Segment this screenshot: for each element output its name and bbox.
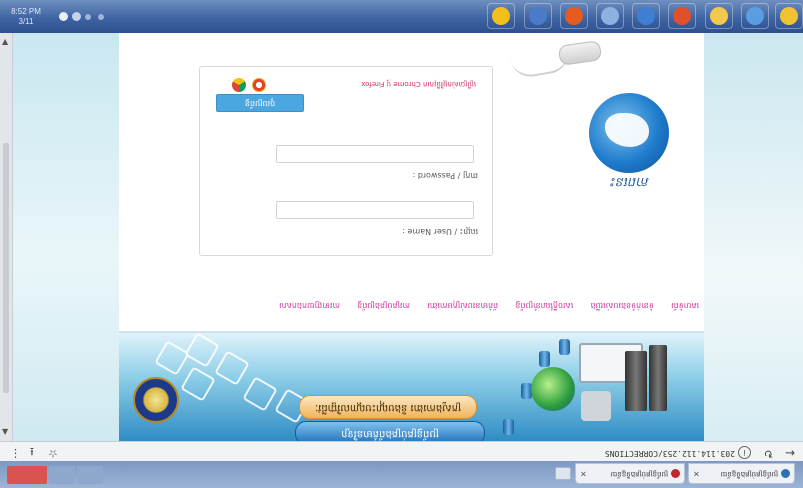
photos-icon <box>529 7 547 25</box>
page-background-left <box>13 33 119 441</box>
password-label: ពាក្យ / Password : <box>412 171 478 180</box>
close-tab-icon[interactable]: ✕ <box>580 464 587 483</box>
url-field[interactable]: 203.114.112.253/CORRECTIONS <box>435 449 735 458</box>
hex-decoration <box>242 376 278 412</box>
login-button[interactable]: ចូលប្រព័ន្ធ <box>216 94 304 112</box>
nav-link-3[interactable]: សេចក្ដីណែនាំប្រព័ន្ធ <box>515 299 573 311</box>
explorer-icon <box>601 7 619 25</box>
firefox-icon <box>565 7 583 25</box>
network-icon[interactable] <box>59 12 68 21</box>
username-input[interactable] <box>276 201 474 219</box>
reload-icon[interactable]: ↻ <box>764 447 773 460</box>
scroll-up-icon[interactable]: ▲ <box>2 37 8 46</box>
info-icon[interactable]: i <box>738 446 751 459</box>
taskbar-pin-firefox-icon[interactable] <box>560 3 588 29</box>
volume-icon[interactable] <box>72 12 81 21</box>
tab-title: ប្រព័ន្ធគ្រប់គ្រងទិន្នន័យ <box>720 470 778 478</box>
server-tower-art <box>649 345 667 411</box>
hex-decoration <box>184 333 220 368</box>
login-form: ឈ្មោះ / User Name : ពាក្យ / Password : ច… <box>199 66 493 256</box>
maximize-button[interactable] <box>49 466 75 484</box>
nav-link-1[interactable]: គេហទំព័រ <box>671 299 699 311</box>
close-tab-icon[interactable]: ✕ <box>693 464 700 483</box>
ministry-seal <box>133 377 179 423</box>
scroll-down-icon[interactable]: ▼ <box>2 427 8 436</box>
window-close-button[interactable] <box>7 466 47 484</box>
scrollbar[interactable]: ▲ ▼ <box>0 33 13 441</box>
browser-tab-strip: ប្រព័ន្ធគ្រប់គ្រងទិន្នន័យ ✕ ប្រព័ន្ធគ្រប… <box>0 461 803 488</box>
nav-link-5[interactable]: ការគ្រប់គ្រងប្រព័ន្ធ <box>357 299 410 311</box>
browser-tab-2[interactable]: ប្រព័ន្ធគ្រប់គ្រងទិន្នន័យ ✕ <box>575 463 685 484</box>
minimize-button[interactable] <box>77 466 103 484</box>
clock-date: 3/11 <box>18 17 34 26</box>
new-tab-button[interactable] <box>555 467 571 480</box>
download-icon[interactable]: ⭳ <box>30 441 34 460</box>
banner-title-2: ក្រសួងការងារ និងបណ្តុះបណ្តាលវិជ្ជាជីវៈ <box>299 395 477 419</box>
server-tower-art <box>625 351 647 411</box>
footer-banner: ប្រព័ន្ធគ្រប់គ្រងព័ត៌មានវិទ្យា ក្រសួងការ… <box>119 333 704 441</box>
ccleaner-icon <box>637 7 655 25</box>
office-icon <box>673 7 691 25</box>
tab-title: ប្រព័ន្ធគ្រប់គ្រងទិន្នន័យ <box>610 470 668 478</box>
chrome-icon <box>492 7 510 25</box>
paint-icon <box>746 7 764 25</box>
hex-decoration <box>180 366 216 402</box>
username-label: ឈ្មោះ / User Name : <box>402 227 478 236</box>
database-icon <box>539 351 550 367</box>
browser-tab-1[interactable]: ប្រព័ន្ធគ្រប់គ្រងទិន្នន័យ ✕ <box>688 463 795 484</box>
system-tray: 8:52 PM 3/11 <box>6 5 116 27</box>
hex-decoration <box>214 350 250 386</box>
taskbar-pin-explorer-icon[interactable] <box>596 3 624 29</box>
server-illustration <box>531 341 687 433</box>
nav-links: គេហទំព័រ ទំនាក់ទំនងរបស់យើង សេចក្ដីណែនាំប្រ… <box>279 298 699 312</box>
taskbar-pin-photos-icon[interactable] <box>524 3 552 29</box>
browser-address-bar: ← ↻ i 203.114.112.253/CORRECTIONS ☆ ⭳ ⋮ <box>0 441 803 463</box>
taskbar-pin-folder-icon[interactable] <box>705 3 733 29</box>
disk-art <box>581 391 611 421</box>
tab-favicon-icon <box>781 469 790 478</box>
logo-caption: ភាពនេះ <box>610 174 650 189</box>
browser-tip: ប្រើប្រាស់កម្មវិធីរុករក Chrome ឬ Firefox <box>361 80 476 88</box>
taskbar-pin-chrome-icon[interactable] <box>487 3 515 29</box>
taskbar-pin-ie-icon[interactable] <box>775 3 803 29</box>
nav-link-2[interactable]: ទំនាក់ទំនងរបស់យើង <box>590 299 653 311</box>
database-icon <box>503 419 514 435</box>
folder-icon <box>710 7 728 25</box>
tab-favicon-icon <box>671 469 680 478</box>
chrome-icon <box>232 78 246 92</box>
banner-title-1-text: ប្រព័ន្ធគ្រប់គ្រងព័ត៌មានវិទ្យា <box>341 428 439 439</box>
ie-icon <box>780 7 798 25</box>
web-page: ភាពនេះ ឈ្មោះ / User Name : ពាក្យ / Passw… <box>119 33 704 441</box>
nav-link-4[interactable]: ព័ត៌មានរបស់ក្រុមការងារ <box>427 299 498 311</box>
scrollbar-thumb[interactable] <box>3 143 9 393</box>
hex-decoration <box>154 340 190 376</box>
back-arrow-icon[interactable]: ← <box>785 446 795 460</box>
banner-title-1: ប្រព័ន្ធគ្រប់គ្រងព័ត៌មានវិទ្យា <box>295 421 485 441</box>
tray-language-icon[interactable] <box>98 14 104 20</box>
taskbar-pin-ccleaner-icon[interactable] <box>632 3 660 29</box>
menu-icon[interactable]: ⋮ <box>10 447 21 460</box>
taskbar: 8:52 PM 3/11 <box>0 0 803 34</box>
banner-title-2-text: ក្រសួងការងារ និងបណ្តុះបណ្តាលវិជ្ជាជីវៈ <box>315 402 461 413</box>
taskbar-pin-office-icon[interactable] <box>668 3 696 29</box>
bookmark-star-icon[interactable]: ☆ <box>48 447 58 460</box>
tray-arrow-icon[interactable] <box>85 14 91 20</box>
taskbar-pin-paint-icon[interactable] <box>741 3 769 29</box>
page-background-right <box>704 33 803 441</box>
clock-time: 8:52 PM <box>11 7 41 16</box>
taskbar-clock[interactable]: 8:52 PM 3/11 <box>6 7 46 27</box>
firefox-icon <box>252 78 266 92</box>
earth-icon <box>531 367 575 411</box>
mouse-art <box>557 40 603 66</box>
nav-link-6[interactable]: ការទាញយកឯកសារ <box>279 299 340 311</box>
password-input[interactable] <box>276 145 474 163</box>
site-logo-globe <box>589 93 669 173</box>
